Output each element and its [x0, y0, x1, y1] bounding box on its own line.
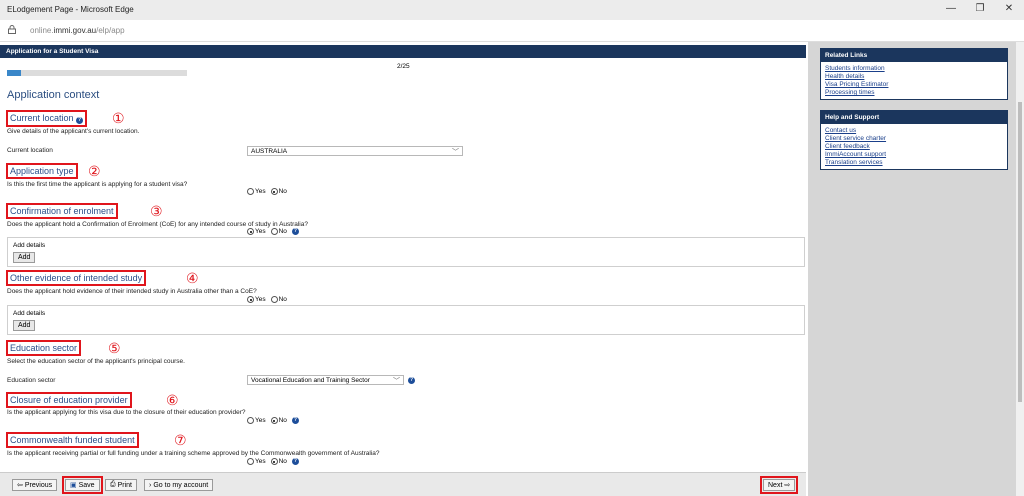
related-link[interactable]: Students information: [825, 65, 1003, 73]
add-details-label: Add details: [13, 310, 46, 317]
coe-question: Does the applicant hold a Confirmation o…: [7, 221, 308, 228]
lock-icon: [8, 25, 16, 34]
window-titlebar: ELodgement Page - Microsoft Edge — ❐ ✕: [0, 0, 1024, 20]
previous-button[interactable]: ⇦ Previous: [12, 479, 58, 491]
help-link[interactable]: Client service charter: [825, 135, 1003, 143]
other-evidence-radio-group: Yes No: [247, 296, 287, 303]
radio-no[interactable]: [270, 458, 278, 465]
go-to-account-button[interactable]: › Go to my account: [144, 479, 214, 491]
coe-details-box: Add details Add: [7, 237, 805, 267]
section-title-closure: Closure of education provider: [6, 392, 132, 408]
other-evidence-question: Does the applicant hold evidence of thei…: [7, 288, 257, 295]
chevron-down-icon: ﹀: [393, 378, 400, 385]
arrow-left-icon: ⇦: [17, 482, 23, 489]
education-sector-description: Select the education sector of the appli…: [7, 358, 185, 365]
closure-radio-group: Yes No ?: [247, 417, 299, 424]
application-type-question: Is this the first time the applicant is …: [7, 181, 188, 188]
current-location-select[interactable]: AUSTRALIA ﹀: [247, 146, 463, 156]
help-support-list: Contact us Client service charter Client f…: [821, 124, 1007, 169]
related-link[interactable]: Health details: [825, 73, 1003, 81]
annotation-number-1: ①: [112, 110, 125, 126]
save-button[interactable]: ▣ Save: [62, 476, 103, 494]
related-link[interactable]: Processing times: [825, 89, 1003, 97]
add-evidence-button[interactable]: Add: [13, 320, 36, 331]
section-title-current-location: Current location ?: [6, 110, 88, 127]
main-content: Application for a Student Visa 2/25 Appl…: [0, 42, 808, 496]
next-button[interactable]: Next ⇨: [759, 476, 799, 494]
closure-question: Is the applicant applying for this visa …: [7, 409, 246, 416]
save-icon: ▣: [70, 482, 77, 489]
annotation-number-7: ⑦: [174, 432, 187, 448]
address-bar[interactable]: online.immi.gov.au/elp/app: [0, 20, 1024, 42]
page-title: Application context: [7, 89, 100, 101]
help-support-title: Help and Support: [821, 111, 1007, 124]
coe-radio-group: Yes No ?: [247, 228, 299, 235]
help-icon[interactable]: ?: [76, 117, 84, 124]
related-links-list: Students information Health details Visa P…: [821, 62, 1007, 99]
section-title-coe: Confirmation of enrolment: [6, 203, 118, 219]
radio-yes[interactable]: [247, 417, 254, 424]
help-link[interactable]: Translation services: [825, 159, 1003, 167]
restore-button[interactable]: ❐: [973, 3, 987, 14]
education-sector-label: Education sector: [7, 377, 56, 384]
print-icon: ⎙: [110, 481, 116, 488]
radio-yes[interactable]: [247, 188, 254, 195]
application-type-radio-group: Yes No: [247, 188, 287, 195]
help-support-panel: Help and Support Contact us Client servic…: [820, 110, 1008, 170]
section-title-commonwealth: Commonwealth funded student: [6, 432, 139, 448]
scrollbar-thumb[interactable]: [1018, 102, 1022, 402]
chevron-down-icon: ﹀: [452, 149, 459, 156]
radio-yes[interactable]: [247, 296, 254, 303]
section-title-application-type: Application type: [6, 163, 78, 179]
page-scrollbar[interactable]: [1016, 42, 1024, 496]
radio-no[interactable]: [270, 296, 278, 303]
help-icon[interactable]: ?: [408, 377, 415, 384]
help-icon[interactable]: ?: [291, 458, 299, 465]
chevron-right-icon: ›: [149, 481, 152, 489]
progress-bar: [7, 70, 187, 76]
close-button[interactable]: ✕: [1002, 3, 1016, 14]
related-links-title: Related Links: [821, 49, 1007, 62]
add-details-label: Add details: [13, 242, 46, 249]
arrow-right-icon: ⇨: [784, 482, 791, 489]
current-location-label: Current location: [7, 147, 53, 154]
radio-no[interactable]: [270, 228, 278, 235]
url-text: online.immi.gov.au/elp/app: [30, 26, 125, 35]
related-links-panel: Related Links Students information Health…: [820, 48, 1008, 100]
commonwealth-question: Is the applicant receiving partial or fu…: [7, 450, 380, 457]
annotation-number-4: ④: [186, 270, 199, 286]
radio-no[interactable]: [270, 417, 278, 424]
window-title: ELodgement Page - Microsoft Edge: [7, 5, 134, 14]
help-icon[interactable]: ?: [291, 417, 299, 424]
commonwealth-radio-group: Yes No ?: [247, 458, 299, 465]
radio-no[interactable]: [270, 188, 278, 195]
radio-yes[interactable]: [247, 228, 254, 235]
radio-yes[interactable]: [247, 458, 254, 465]
page-counter: 2/25: [397, 63, 410, 70]
help-link[interactable]: ImmiAccount support: [825, 151, 1003, 159]
annotation-number-6: ⑥: [166, 392, 179, 408]
help-icon[interactable]: ?: [291, 228, 299, 235]
help-link[interactable]: Client feedback: [825, 143, 1003, 151]
other-evidence-details-box: Add details Add: [7, 305, 805, 335]
education-sector-select[interactable]: Vocational Education and Training Sector…: [247, 375, 404, 385]
print-button[interactable]: ⎙ Print: [105, 479, 138, 491]
form-header: Application for a Student Visa: [0, 45, 806, 58]
section-title-education-sector: Education sector: [6, 340, 82, 356]
progress-fill: [7, 70, 22, 76]
annotation-number-5: ⑤: [108, 340, 121, 356]
related-link[interactable]: Visa Pricing Estimator: [825, 81, 1003, 89]
minimize-button[interactable]: —: [944, 3, 958, 14]
section-title-other-evidence: Other evidence of intended study: [6, 270, 147, 286]
footer-bar: ⇦ Previous ▣ Save ⎙ Print › Go to my account…: [0, 472, 806, 496]
help-link[interactable]: Contact us: [825, 127, 1003, 135]
add-coe-button[interactable]: Add: [13, 252, 36, 263]
section-description: Give details of the applicant's current …: [7, 128, 140, 135]
annotation-number-3: ③: [150, 203, 163, 219]
sidebar: Related Links Students information Health…: [808, 42, 1016, 496]
annotation-number-2: ②: [88, 163, 101, 179]
